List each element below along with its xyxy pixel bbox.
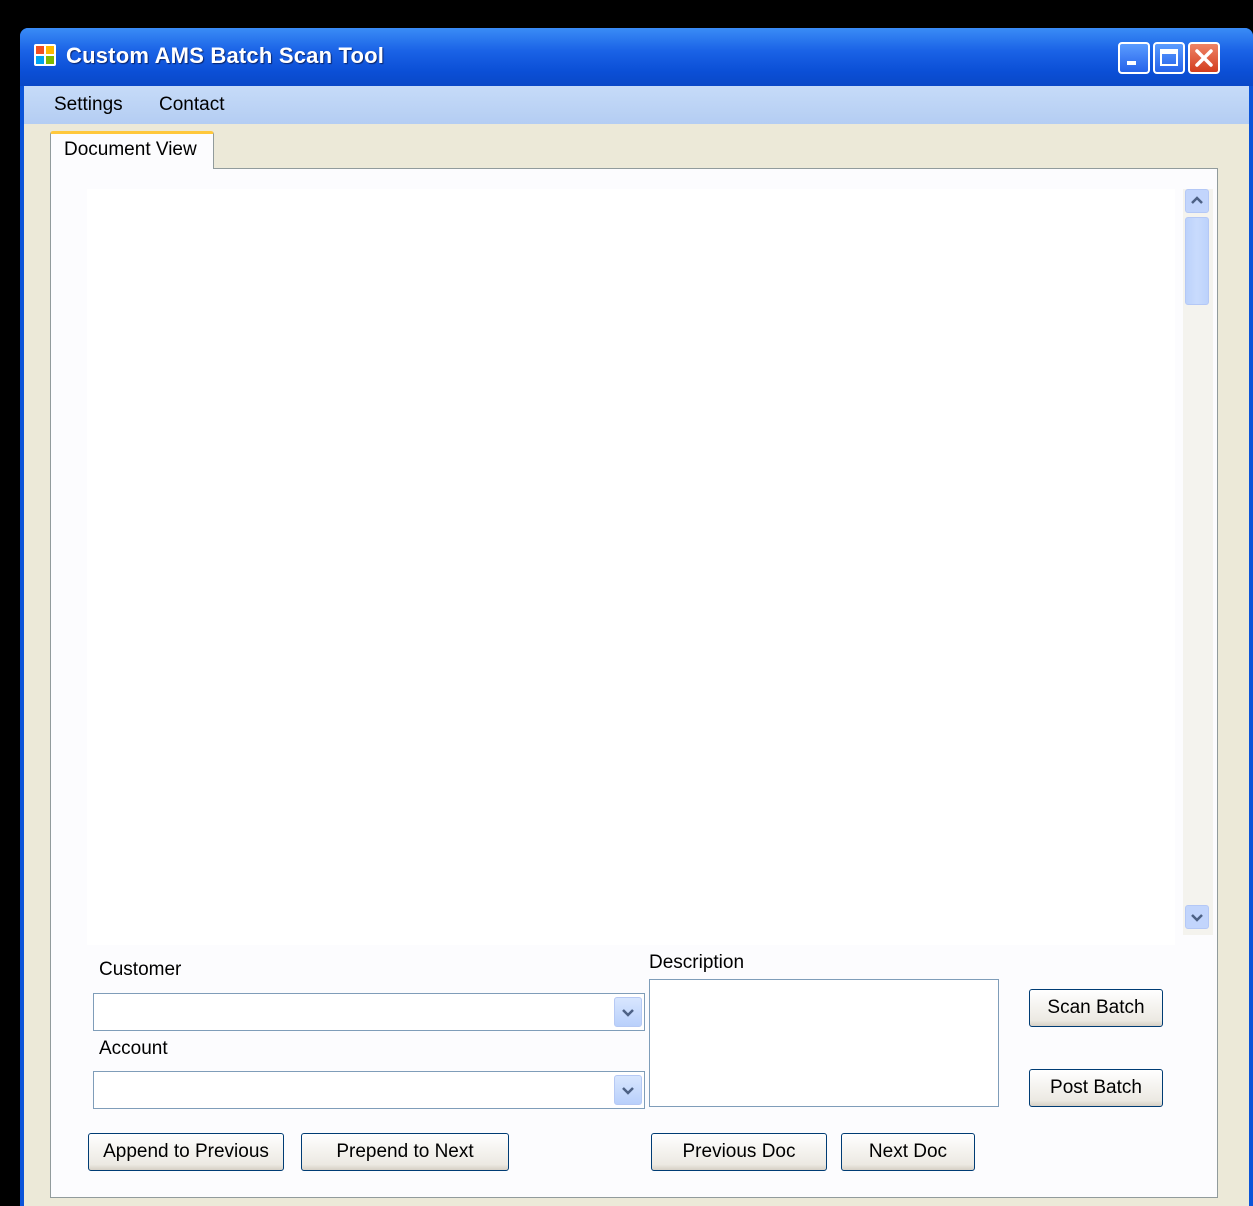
scan-batch-button[interactable]: Scan Batch <box>1029 989 1163 1027</box>
scroll-down-button[interactable] <box>1185 905 1209 929</box>
client-area: Settings Contact Document View Customer … <box>24 86 1249 1206</box>
scroll-thumb[interactable] <box>1185 217 1209 305</box>
window-title: Custom AMS Batch Scan Tool <box>66 43 385 68</box>
append-to-previous-button[interactable]: Append to Previous <box>88 1133 284 1171</box>
customer-label: Customer <box>99 959 182 980</box>
vertical-scrollbar[interactable] <box>1183 189 1213 935</box>
minimize-button[interactable] <box>1118 42 1150 74</box>
customer-combobox[interactable] <box>93 993 645 1031</box>
menu-settings[interactable]: Settings <box>50 92 127 118</box>
maximize-icon <box>1160 49 1178 66</box>
close-button[interactable] <box>1188 42 1220 74</box>
chevron-down-icon <box>622 1009 634 1017</box>
close-icon <box>1195 49 1213 67</box>
prepend-to-next-button[interactable]: Prepend to Next <box>301 1133 509 1171</box>
app-icon <box>34 44 56 66</box>
chevron-up-icon <box>1191 196 1203 204</box>
post-batch-button[interactable]: Post Batch <box>1029 1069 1163 1107</box>
scroll-up-button[interactable] <box>1185 189 1209 213</box>
chevron-down-icon <box>1191 914 1203 922</box>
description-textarea[interactable] <box>649 979 999 1107</box>
document-viewer[interactable] <box>87 189 1175 945</box>
description-label: Description <box>649 952 745 973</box>
app-window: Custom AMS Batch Scan Tool Settings Cont… <box>20 28 1253 1206</box>
title-bar[interactable]: Custom AMS Batch Scan Tool <box>20 28 1253 86</box>
account-dropdown-button[interactable] <box>614 1075 642 1105</box>
document-view-panel: Customer Account Description Scan Batch … <box>50 168 1218 1198</box>
next-doc-button[interactable]: Next Doc <box>841 1133 975 1171</box>
previous-doc-button[interactable]: Previous Doc <box>651 1133 827 1171</box>
menu-bar: Settings Contact <box>24 86 1249 124</box>
tab-document-view[interactable]: Document View <box>50 131 214 169</box>
tab-label: Document View <box>64 139 197 160</box>
account-combobox[interactable] <box>93 1071 645 1109</box>
maximize-button[interactable] <box>1153 42 1185 74</box>
menu-contact[interactable]: Contact <box>155 92 228 118</box>
chevron-down-icon <box>622 1087 634 1095</box>
account-label: Account <box>99 1038 168 1059</box>
customer-dropdown-button[interactable] <box>614 997 642 1027</box>
minimize-icon <box>1127 61 1136 65</box>
